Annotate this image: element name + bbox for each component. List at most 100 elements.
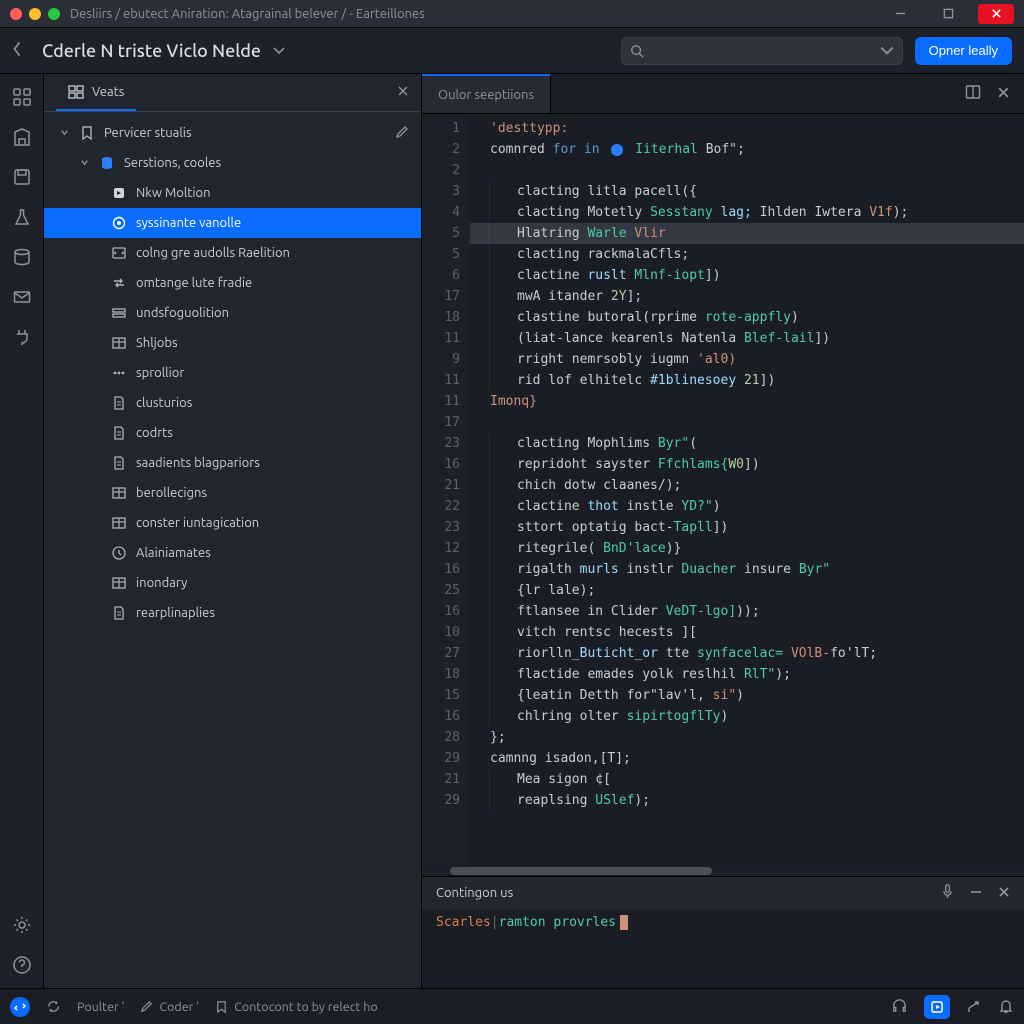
status-run-button[interactable] (924, 995, 950, 1019)
tree-item[interactable]: saadients blagpariors (44, 448, 421, 478)
database-icon[interactable] (11, 246, 33, 268)
minimize-dot[interactable] (29, 8, 41, 20)
project-dropdown-icon[interactable] (273, 44, 285, 58)
sidebar-close-icon[interactable] (397, 85, 409, 100)
table-icon (110, 574, 128, 592)
tree-item-label: inondary (136, 576, 187, 590)
terminal-body[interactable]: Scarles|ramton provrles (422, 909, 1024, 988)
code-content[interactable]: 'desttypp:comnred for in Iiterhal Bof";c… (470, 114, 1024, 866)
status-seg3[interactable]: Contocont to by relect ho (215, 1000, 377, 1014)
tree-item[interactable]: omtange lute fradie (44, 268, 421, 298)
tree-item-label: Alainiamates (136, 546, 211, 560)
table-icon (110, 514, 128, 532)
terminal-panel: Contingon us Scarles|ramton provrles (422, 876, 1024, 988)
status-bell-icon[interactable] (998, 999, 1014, 1015)
tree-item[interactable]: Alainiamates (44, 538, 421, 568)
help-icon[interactable] (11, 954, 33, 976)
sidebar-tree: Pervicer stualisSerstions, cooles Nkw Mol… (44, 112, 421, 988)
search-dropdown-icon[interactable] (880, 44, 894, 58)
tree-item-label: conster iuntagication (136, 516, 259, 530)
terminal-header: Contingon us (422, 877, 1024, 909)
edit-icon[interactable] (395, 125, 409, 142)
project-title[interactable]: Cderle N triste Viclo Nelde (42, 41, 261, 61)
back-icon[interactable] (12, 40, 30, 61)
doc-icon (110, 424, 128, 442)
status-seg1[interactable]: Poulter ' (77, 1000, 124, 1014)
status-seg2[interactable]: Coder ' (140, 1000, 199, 1014)
terminal-mic-icon[interactable] (941, 884, 954, 902)
tree-item-label: Shljobs (136, 336, 178, 350)
activity-bar (0, 74, 44, 988)
status-headset-icon[interactable] (891, 998, 908, 1015)
tree-item[interactable]: clusturios (44, 388, 421, 418)
tree-item[interactable]: colng gre audolls Raelition (44, 238, 421, 268)
tree-item-label: colng gre audolls Raelition (136, 246, 290, 260)
editor-tab[interactable]: Oulor seeptiions (422, 74, 551, 113)
bookmark-icon (215, 1000, 228, 1013)
motion-icon (110, 184, 128, 202)
doc-icon (110, 604, 128, 622)
tree-item-label: clusturios (136, 396, 192, 410)
dots-icon (110, 364, 128, 382)
split-icon[interactable] (965, 84, 981, 103)
doc-icon (110, 394, 128, 412)
tree-item[interactable]: rearplinaplies (44, 598, 421, 628)
terminal-title: Contingon us (436, 886, 513, 900)
org-icon[interactable] (11, 126, 33, 148)
table-icon (110, 484, 128, 502)
tree-item[interactable]: codrts (44, 418, 421, 448)
maximize-icon[interactable] (930, 4, 966, 24)
search-box[interactable] (621, 37, 903, 65)
tree-item-label: saadients blagpariors (136, 456, 260, 470)
tree-item-label: syssinante vanolle (136, 216, 241, 230)
tree-item[interactable]: Nkw Moltion (44, 178, 421, 208)
minimize-icon[interactable] (882, 4, 918, 24)
zoom-dot[interactable] (48, 8, 60, 20)
flask-icon[interactable] (11, 206, 33, 228)
apps-icon[interactable] (11, 86, 33, 108)
window-controls (882, 4, 1014, 24)
tree-item[interactable]: berollecigns (44, 478, 421, 508)
tree-group[interactable]: Pervicer stualis (44, 118, 421, 148)
tree-item[interactable]: Shljobs (44, 328, 421, 358)
editor-tab-strip: Oulor seeptiions (422, 74, 1024, 114)
search-input[interactable] (652, 44, 872, 58)
terminal-close-icon[interactable] (998, 886, 1010, 901)
save-icon[interactable] (11, 166, 33, 188)
search-icon (630, 44, 644, 58)
code-icon (110, 244, 128, 262)
horizontal-scrollbar[interactable] (422, 866, 1024, 876)
tree-item[interactable]: inondary (44, 568, 421, 598)
sync-icon (46, 999, 61, 1014)
doc-icon (110, 454, 128, 472)
status-share-icon[interactable] (966, 999, 982, 1015)
mail-icon[interactable] (11, 286, 33, 308)
sidebar: Veats Pervicer stualisSerstions, cooles N… (44, 74, 422, 988)
tree-item[interactable]: sprollior (44, 358, 421, 388)
line-gutter: 1223455617181191111172316212223121625161… (422, 114, 470, 866)
terminal-prompt: Scarles (436, 915, 491, 930)
close-dot[interactable] (10, 8, 22, 20)
tree-group[interactable]: Serstions, cooles (44, 148, 421, 178)
clock-icon (110, 544, 128, 562)
gear-icon[interactable] (11, 914, 33, 936)
code-editor[interactable]: 1223455617181191111172316212223121625161… (422, 114, 1024, 866)
tree-item[interactable]: conster iuntagication (44, 508, 421, 538)
status-remote-icon[interactable] (10, 997, 30, 1017)
close-icon[interactable] (978, 4, 1014, 24)
tree-item-label: Nkw Moltion (136, 186, 211, 200)
status-sync[interactable] (46, 999, 61, 1014)
scrollbar-thumb[interactable] (450, 867, 712, 875)
tree-item-label: rearplinaplies (136, 606, 215, 620)
open-button[interactable]: Opner leally (915, 37, 1012, 65)
pencil-icon (140, 1000, 153, 1013)
sidebar-tab-views[interactable]: Veats (56, 74, 136, 111)
tree-item[interactable]: syssinante vanolle (44, 208, 421, 238)
tree-item-label: omtange lute fradie (136, 276, 252, 290)
tree-item[interactable]: undsfoguolition (44, 298, 421, 328)
swap-icon (110, 274, 128, 292)
status-bar: Poulter ' Coder ' Contocont to by relect… (0, 988, 1024, 1024)
close-panel-icon[interactable] (997, 86, 1010, 102)
terminal-minimize-icon[interactable] (970, 886, 982, 901)
plug-icon[interactable] (11, 326, 33, 348)
